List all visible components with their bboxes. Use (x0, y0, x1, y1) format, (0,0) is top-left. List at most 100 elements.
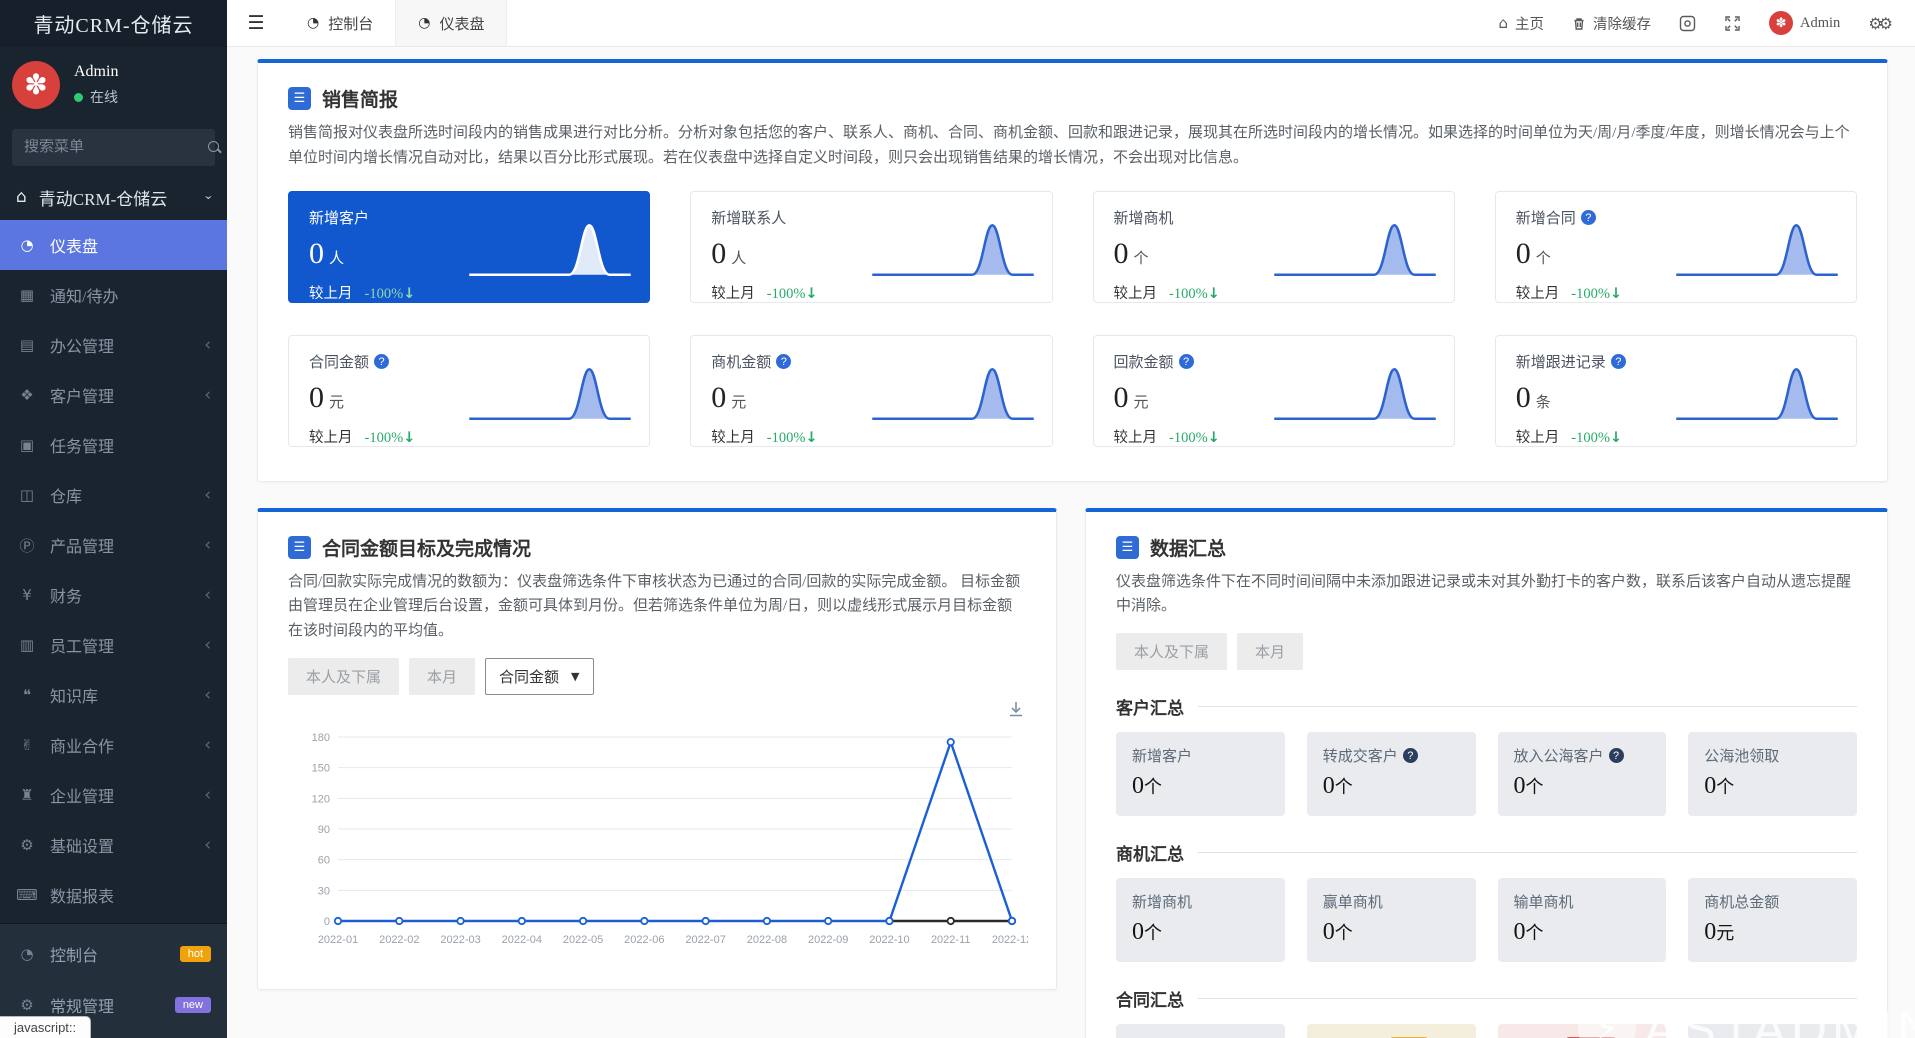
search-input[interactable] (24, 139, 208, 156)
tab-dashboard[interactable]: ◔ 仪表盘 (395, 0, 508, 46)
stat-card-new-followups[interactable]: 新增跟进记录? 0条 较上月 -100%↓ (1494, 334, 1857, 447)
sidebar-item-staff[interactable]: ▥ 员工管理 ‹ (0, 620, 227, 670)
chevron-left-icon: ‹ (204, 535, 211, 555)
svg-text:90: 90 (318, 824, 330, 836)
chevron-left-icon: ‹ (204, 835, 211, 855)
search-icon[interactable] (208, 140, 222, 155)
trash-icon (1574, 17, 1584, 30)
chevron-left-icon: ‹ (204, 735, 211, 755)
tile-signed-contracts: 签约合同 0个 (1116, 1024, 1285, 1038)
sidebar-item-console[interactable]: ◔ 控制台 hot (0, 928, 227, 979)
tile-converted-customers: 转成交客户? 0个 (1306, 732, 1476, 816)
down-arrow-icon: ↓ (1207, 285, 1220, 302)
sidebar-item-settings[interactable]: ⚙ 基础设置 ‹ (0, 820, 227, 870)
section-title: 销售简报 (322, 90, 399, 111)
sidebar: 青动CRM-仓储云 ✽ Admin 在线 ⌂ 青动CRM-仓储云 › ◔仪表盘 … (0, 0, 227, 1038)
browser-status-tooltip: javascript:: (0, 1016, 92, 1038)
filter-period-button[interactable]: 本月 (409, 657, 476, 695)
opportunity-summary-header: 商机汇总 (1116, 840, 1857, 865)
filter-scope-button[interactable]: 本人及下属 (1116, 633, 1228, 670)
home-link[interactable]: ⌂ 主页 (1499, 13, 1545, 34)
online-status-dot (74, 92, 83, 102)
svg-text:2022-05: 2022-05 (563, 934, 603, 946)
user-block: ✽ Admin 在线 (0, 47, 227, 119)
svg-text:2022-10: 2022-10 (869, 934, 909, 946)
gears-icon[interactable]: ⚙⚙ (1868, 14, 1893, 33)
tab-console[interactable]: ◔ 控制台 (285, 0, 395, 46)
sidebar-item-enterprise[interactable]: ♜ 企业管理 ‹ (0, 770, 227, 820)
svg-text:120: 120 (312, 793, 330, 805)
tile-contract-amount: 合同金额 0元 (1688, 1024, 1857, 1038)
download-icon[interactable] (1006, 699, 1026, 719)
stat-card-opportunity-amount[interactable]: 商机金额? 0元 较上月 -100%↓ (690, 334, 1053, 447)
tile-new-opportunities: 新增商机 0个 (1116, 878, 1285, 962)
sales-brief-card: ☰ 销售简报 销售简报对仪表盘所选时间段内的销售成果进行对比分析。分析对象包括您… (257, 59, 1888, 482)
down-arrow-icon: ↓ (805, 285, 818, 302)
caret-down-icon: ▼ (571, 669, 580, 683)
sidebar-item-office[interactable]: ▤ 办公管理 ‹ (0, 320, 227, 370)
svg-text:2022-09: 2022-09 (808, 934, 848, 946)
list-icon: ☰ (1116, 535, 1139, 559)
menu-toggle-icon[interactable]: ☰ (227, 0, 285, 46)
help-icon[interactable]: ? (1610, 354, 1626, 369)
svg-text:2022-08: 2022-08 (747, 934, 787, 946)
stat-value: 0 (711, 380, 727, 414)
data-summary-card: ☰ 数据汇总 仪表盘筛选条件下在不同时间间隔中未添加跟进记录或未对其外勤打卡的客… (1085, 507, 1915, 1038)
avatar[interactable]: ✽ (12, 61, 60, 109)
stat-card-new-contacts[interactable]: 新增联系人 0人 较上月 -100%↓ (690, 190, 1053, 303)
gauge-icon: ◔ (20, 236, 34, 254)
trend-sparkline (871, 367, 1034, 420)
sidebar-item-finance[interactable]: ¥ 财务 ‹ (0, 570, 227, 620)
filter-period-button[interactable]: 本月 (1237, 633, 1304, 670)
svg-text:30: 30 (318, 885, 330, 897)
sidebar-item-knowledge[interactable]: ❝ 知识库 ‹ (0, 670, 227, 720)
fullscreen-icon[interactable] (1724, 15, 1741, 32)
help-icon[interactable]: ? (1402, 748, 1418, 763)
stat-card-new-contracts[interactable]: 新增合同? 0个 较上月 -100%↓ (1494, 190, 1857, 303)
user-menu[interactable]: ✽ Admin (1769, 11, 1840, 35)
stat-card-new-customers[interactable]: 新增客户 0人 较上月 -100%↓ (288, 190, 651, 303)
svg-text:2022-07: 2022-07 (685, 934, 725, 946)
svg-text:60: 60 (318, 854, 330, 866)
down-arrow-icon: ↓ (403, 429, 416, 446)
stat-value: 0 (1515, 380, 1531, 414)
help-icon[interactable]: ? (776, 354, 792, 369)
chevron-left-icon: ‹ (204, 785, 211, 805)
sidebar-item-customers[interactable]: ❖ 客户管理 ‹ (0, 370, 227, 420)
svg-text:0: 0 (324, 916, 330, 928)
stat-value: 0 (711, 236, 727, 270)
gauge-icon: ◔ (307, 15, 320, 31)
stat-card-new-opportunities[interactable]: 新增商机 0个 较上月 -100%↓ (1092, 190, 1455, 303)
main-content: ☰ 销售简报 销售简报对仪表盘所选时间段内的销售成果进行对比分析。分析对象包括您… (227, 47, 1915, 1038)
clear-cache-button[interactable]: 清除缓存 (1572, 13, 1651, 34)
avatar: ✽ (1769, 11, 1794, 35)
tile-pooled-customers: 放入公海客户? 0个 (1497, 732, 1667, 816)
stat-card-payment-amount[interactable]: 回款金额? 0元 较上月 -100%↓ (1092, 334, 1455, 447)
user-name: Admin (74, 63, 119, 80)
section-description: 销售简报对仪表盘所选时间段内的销售成果进行对比分析。分析对象包括您的客户、联系人… (288, 125, 1850, 166)
section-title: 数据汇总 (1150, 538, 1227, 560)
sidebar-item-products[interactable]: Ⓟ 产品管理 ‹ (0, 520, 227, 570)
enterprise-icon: ♜ (20, 786, 34, 804)
sidebar-item-cooperation[interactable]: ✌ 商业合作 ‹ (0, 720, 227, 770)
sidebar-item-tasks[interactable]: ▣ 任务管理 (0, 420, 227, 470)
sidebar-item-dashboard[interactable]: ◔ 仪表盘 (0, 220, 227, 270)
help-icon[interactable]: ? (374, 354, 390, 369)
sidebar-item-reports[interactable]: ⌨ 数据报表 (0, 870, 227, 920)
help-icon[interactable]: ? (1580, 210, 1596, 225)
stat-value: 0 (1113, 380, 1129, 414)
sidebar-item-warehouse[interactable]: ◫ 仓库 ‹ (0, 470, 227, 520)
lock-screen-icon[interactable] (1679, 15, 1696, 32)
sidebar-item-home[interactable]: ⌂ 青动CRM-仓储云 › (0, 174, 227, 220)
svg-text:2022-12: 2022-12 (992, 934, 1028, 946)
help-icon[interactable]: ? (1608, 748, 1624, 763)
help-icon[interactable]: ? (1178, 354, 1194, 369)
target-line-chart: 0 30 60 90 120 150 180 2022-01 2022-02 2022-03 202… (312, 732, 1028, 946)
metric-select[interactable]: 合同金额 ▼ (485, 657, 594, 695)
customers-icon: ❖ (20, 386, 34, 404)
down-arrow-icon: ↓ (1609, 285, 1623, 302)
sidebar-item-notifications[interactable]: ▦ 通知/待办 (0, 270, 227, 320)
warehouse-icon: ◫ (19, 486, 35, 504)
stat-card-contract-amount[interactable]: 合同金额? 0元 较上月 -100%↓ (288, 334, 651, 447)
filter-scope-button[interactable]: 本人及下属 (288, 657, 400, 695)
